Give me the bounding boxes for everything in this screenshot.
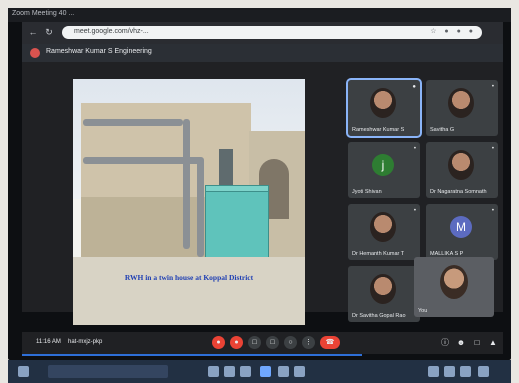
tray-icon[interactable] (460, 366, 471, 377)
participant-name: Rameshwar Kumar S (352, 127, 405, 133)
mic-muted-icon: • (413, 146, 416, 152)
end-call-button[interactable]: ☎ (320, 336, 340, 349)
participant-tile-mallika[interactable]: M • MALLIKA S P (426, 204, 498, 260)
self-name: You (418, 308, 428, 314)
presentation-slide: RWH in a twin house at Koppal District (73, 79, 305, 325)
mic-off-button[interactable]: ● (212, 336, 225, 349)
os-taskbar (8, 360, 511, 383)
participant-name: Dr Savitha Gopal Rao (352, 313, 406, 319)
self-view-tile[interactable]: You (414, 257, 494, 317)
present-button[interactable]: □ (266, 336, 279, 349)
meeting-logo-icon (30, 48, 40, 58)
avatar: j (372, 154, 394, 176)
back-icon[interactable]: ← (28, 27, 38, 37)
info-icon[interactable]: ⓘ (440, 338, 450, 348)
taskbar-app-icon[interactable] (224, 366, 235, 377)
mic-muted-icon: • (491, 84, 494, 90)
participant-name: Dr Nagaratna Somnath (430, 189, 487, 195)
meeting-title: Rameshwar Kumar S Engineering (46, 48, 152, 55)
slide-pipe (83, 119, 183, 126)
mic-icon: ● (412, 84, 416, 90)
reload-icon[interactable]: ↻ (44, 27, 54, 37)
captions-button[interactable]: □ (248, 336, 261, 349)
slide-water-tank (205, 191, 269, 259)
participant-tile-jyoti[interactable]: j • Jyoti Shivan (348, 142, 420, 198)
avatar: M (450, 216, 472, 238)
slide-pipe (183, 119, 190, 249)
tray-icon[interactable] (428, 366, 439, 377)
meeting-clock: 11:16 AM (36, 339, 61, 345)
taskbar-app-icon[interactable] (208, 366, 219, 377)
mic-muted-icon: • (491, 208, 494, 214)
slide-pipe (197, 157, 204, 257)
url-bar[interactable]: meet.google.com/vhz-... ☆ ● ● ● (62, 26, 482, 39)
start-icon[interactable] (18, 366, 29, 377)
participant-photo (448, 150, 474, 180)
people-icon[interactable]: ☻ (456, 338, 466, 348)
raise-hand-button[interactable]: ○ (284, 336, 297, 349)
tray-icon[interactable] (444, 366, 455, 377)
participant-photo (448, 88, 474, 118)
meeting-header: Rameshwar Kumar S Engineering (22, 44, 503, 62)
slide-house-window (219, 149, 233, 189)
browser-tab-bar: Zoom Meeting 40 ... (8, 8, 511, 22)
chat-icon[interactable]: □ (472, 338, 482, 348)
activities-icon[interactable]: ▲ (488, 338, 498, 348)
url-text: meet.google.com/vhz-... (74, 28, 149, 35)
tab-title[interactable]: Zoom Meeting 40 ... (12, 10, 74, 17)
taskbar-app-icon[interactable] (278, 366, 289, 377)
taskbar-browser-icon[interactable] (260, 366, 271, 377)
participant-photo (370, 212, 396, 242)
camera-off-button[interactable]: ● (230, 336, 243, 349)
taskbar-search[interactable] (48, 365, 168, 378)
participant-name: Dr Hemanth Kumar T (352, 251, 405, 257)
mic-muted-icon: • (491, 146, 494, 152)
participant-tile-savitha[interactable]: • Savitha G (426, 80, 498, 136)
participant-name: Savitha G (430, 127, 455, 133)
more-options-button[interactable]: ⋮ (302, 336, 315, 349)
participant-tile-hemanth[interactable]: • Dr Hemanth Kumar T (348, 204, 420, 260)
taskbar-app-icon[interactable] (240, 366, 251, 377)
self-photo (440, 265, 468, 299)
screen-share-indicator (22, 354, 362, 356)
tray-clock[interactable] (478, 366, 489, 377)
participant-name: Jyoti Shivan (352, 189, 382, 195)
slide-ground (73, 257, 305, 325)
slide-caption: RWH in a twin house at Koppal District (124, 273, 254, 282)
address-row: ← ↻ meet.google.com/vhz-... ☆ ● ● ● (22, 22, 503, 44)
meeting-controls: 11:16 AM hat-mxjz-pkp ● ● □ □ ○ ⋮ ☎ ⓘ ☻ … (22, 332, 503, 354)
participant-photo (370, 88, 396, 118)
extension-icons[interactable]: ☆ ● ● ● (430, 27, 476, 35)
participant-photo (370, 274, 396, 304)
participant-tile-rameshwar[interactable]: ● Rameshwar Kumar S (346, 78, 422, 138)
participant-tile-savitha-gopal[interactable]: • Dr Savitha Gopal Rao (348, 266, 420, 322)
participant-tile-nagaratna[interactable]: • Dr Nagaratna Somnath (426, 142, 498, 198)
mic-muted-icon: • (413, 208, 416, 214)
taskbar-app-icon[interactable] (294, 366, 305, 377)
meeting-code: hat-mxjz-pkp (68, 339, 103, 345)
